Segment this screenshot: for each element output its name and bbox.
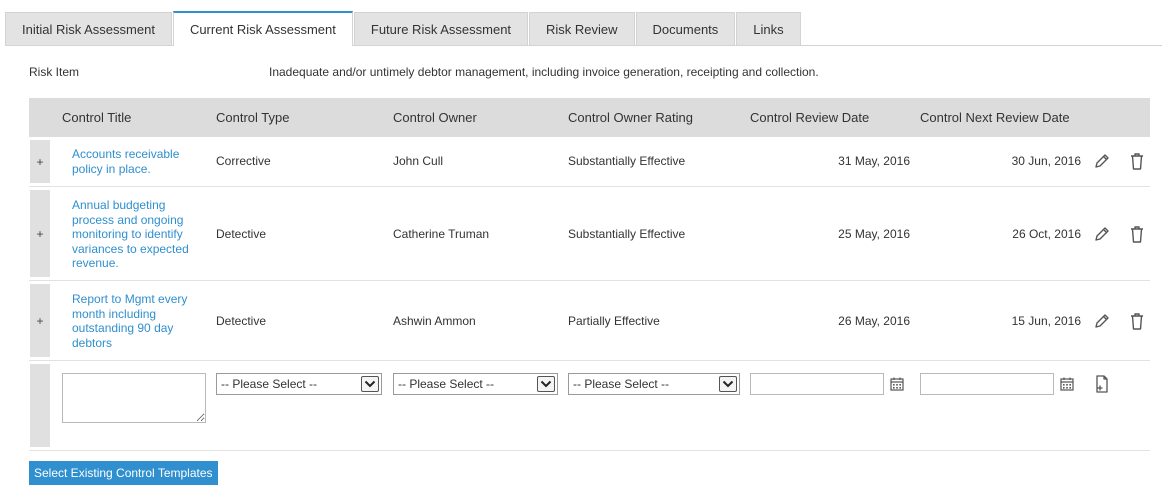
control-title-line: policy in place.: [72, 161, 151, 176]
calendar-icon[interactable]: [1057, 374, 1077, 394]
risk-item-text: Inadequate and/or untimely debtor manage…: [269, 65, 819, 79]
tab-label: Current Risk Assessment: [189, 22, 336, 37]
column-header-control-owner-rating[interactable]: Control Owner Rating: [568, 110, 693, 125]
control-title-line: monitoring to identify: [72, 227, 183, 241]
tab-links[interactable]: Links: [736, 12, 801, 45]
control-owner-cell: Catherine Truman: [393, 227, 490, 241]
pencil-icon[interactable]: [1092, 151, 1112, 171]
expand-row-button[interactable]: +: [30, 284, 50, 357]
trash-icon[interactable]: [1127, 311, 1147, 331]
control-next-review-date-input[interactable]: [920, 373, 1054, 395]
select-existing-control-templates-button[interactable]: Select Existing Control Templates: [29, 461, 218, 485]
controls-table-header: Control Title Control Type Control Owner…: [29, 98, 1150, 137]
control-type-cell: Detective: [216, 227, 267, 241]
control-owner-select[interactable]: -- Please Select --: [393, 373, 558, 395]
chevron-down-icon[interactable]: [719, 376, 737, 392]
table-row: + Annual budgeting process and ongoing m…: [29, 187, 1150, 281]
control-review-date-input[interactable]: [750, 373, 884, 395]
tab-initial-risk-assessment[interactable]: Initial Risk Assessment: [5, 12, 172, 45]
control-owner-rating-select-value: -- Please Select --: [573, 377, 670, 391]
control-title-line: Accounts receivable: [72, 147, 180, 161]
control-title-input[interactable]: [62, 373, 206, 423]
control-next-review-date-cell: 26 Oct, 2016: [1012, 227, 1081, 241]
control-review-date-cell: 26 May, 2016: [838, 314, 910, 328]
control-title-line: process and ongoing: [72, 212, 184, 227]
table-row: + Accounts receivable policy in place. C…: [29, 137, 1150, 187]
column-header-control-owner[interactable]: Control Owner: [393, 110, 477, 125]
control-title-line: debtors: [72, 335, 113, 350]
tab-documents[interactable]: Documents: [635, 12, 736, 45]
control-title-line: month including: [72, 306, 157, 321]
column-header-control-type[interactable]: Control Type: [216, 110, 289, 125]
row-handle: [30, 364, 50, 447]
tab-bar: Initial Risk Assessment Current Risk Ass…: [5, 11, 802, 46]
control-next-review-date-cell: 15 Jun, 2016: [1011, 314, 1081, 328]
tab-current-risk-assessment[interactable]: Current Risk Assessment: [172, 11, 353, 46]
pencil-icon[interactable]: [1092, 311, 1112, 331]
control-title-line: Report to Mgmt every: [72, 292, 188, 306]
calendar-icon[interactable]: [887, 374, 907, 394]
tab-label: Future Risk Assessment: [370, 21, 512, 37]
new-control-row: -- Please Select -- -- Please Select -- …: [29, 361, 1150, 451]
column-header-control-title[interactable]: Control Title: [62, 110, 131, 125]
control-owner-rating-cell: Substantially Effective: [568, 154, 686, 168]
control-review-date-cell: 25 May, 2016: [838, 227, 910, 241]
tab-label: Documents: [652, 21, 719, 37]
control-review-date-cell: 31 May, 2016: [838, 154, 910, 168]
control-title-line: revenue.: [72, 256, 119, 270]
control-title-link[interactable]: Report to Mgmt every month including out…: [72, 292, 197, 350]
control-owner-cell: Ashwin Ammon: [393, 314, 476, 328]
control-owner-select-value: -- Please Select --: [398, 377, 495, 391]
control-type-cell: Detective: [216, 314, 267, 328]
control-type-select[interactable]: -- Please Select --: [216, 373, 382, 395]
expand-row-button[interactable]: +: [30, 140, 50, 183]
trash-icon[interactable]: [1127, 151, 1147, 171]
control-next-review-date-cell: 30 Jun, 2016: [1011, 154, 1081, 168]
tab-label: Initial Risk Assessment: [22, 21, 155, 37]
control-title-line: Annual budgeting: [72, 198, 166, 212]
table-row: + Report to Mgmt every month including o…: [29, 281, 1150, 361]
column-header-control-next-review-date[interactable]: Control Next Review Date: [920, 110, 1070, 125]
control-type-cell: Corrective: [216, 154, 271, 168]
control-title-link[interactable]: Accounts receivable policy in place.: [72, 147, 197, 176]
risk-item-label: Risk Item: [29, 65, 80, 79]
control-owner-rating-cell: Partially Effective: [568, 314, 660, 328]
tab-label: Links: [753, 21, 784, 37]
tab-future-risk-assessment[interactable]: Future Risk Assessment: [353, 12, 529, 45]
chevron-down-icon[interactable]: [537, 376, 555, 392]
chevron-down-icon[interactable]: [361, 376, 379, 392]
expand-row-button[interactable]: +: [30, 190, 50, 277]
tab-risk-review[interactable]: Risk Review: [529, 12, 635, 45]
control-title-line: outstanding 90 day: [72, 321, 174, 335]
control-title-link[interactable]: Annual budgeting process and ongoing mon…: [72, 198, 197, 271]
pencil-icon[interactable]: [1092, 224, 1112, 244]
add-document-icon[interactable]: [1092, 374, 1112, 394]
control-title-line: variances to expected: [72, 241, 189, 256]
control-owner-rating-cell: Substantially Effective: [568, 227, 686, 241]
trash-icon[interactable]: [1127, 224, 1147, 244]
control-owner-rating-select[interactable]: -- Please Select --: [568, 373, 740, 395]
control-type-select-value: -- Please Select --: [221, 377, 318, 391]
tab-label: Risk Review: [546, 21, 618, 37]
control-owner-cell: John Cull: [393, 154, 444, 168]
column-header-control-review-date[interactable]: Control Review Date: [750, 110, 869, 125]
